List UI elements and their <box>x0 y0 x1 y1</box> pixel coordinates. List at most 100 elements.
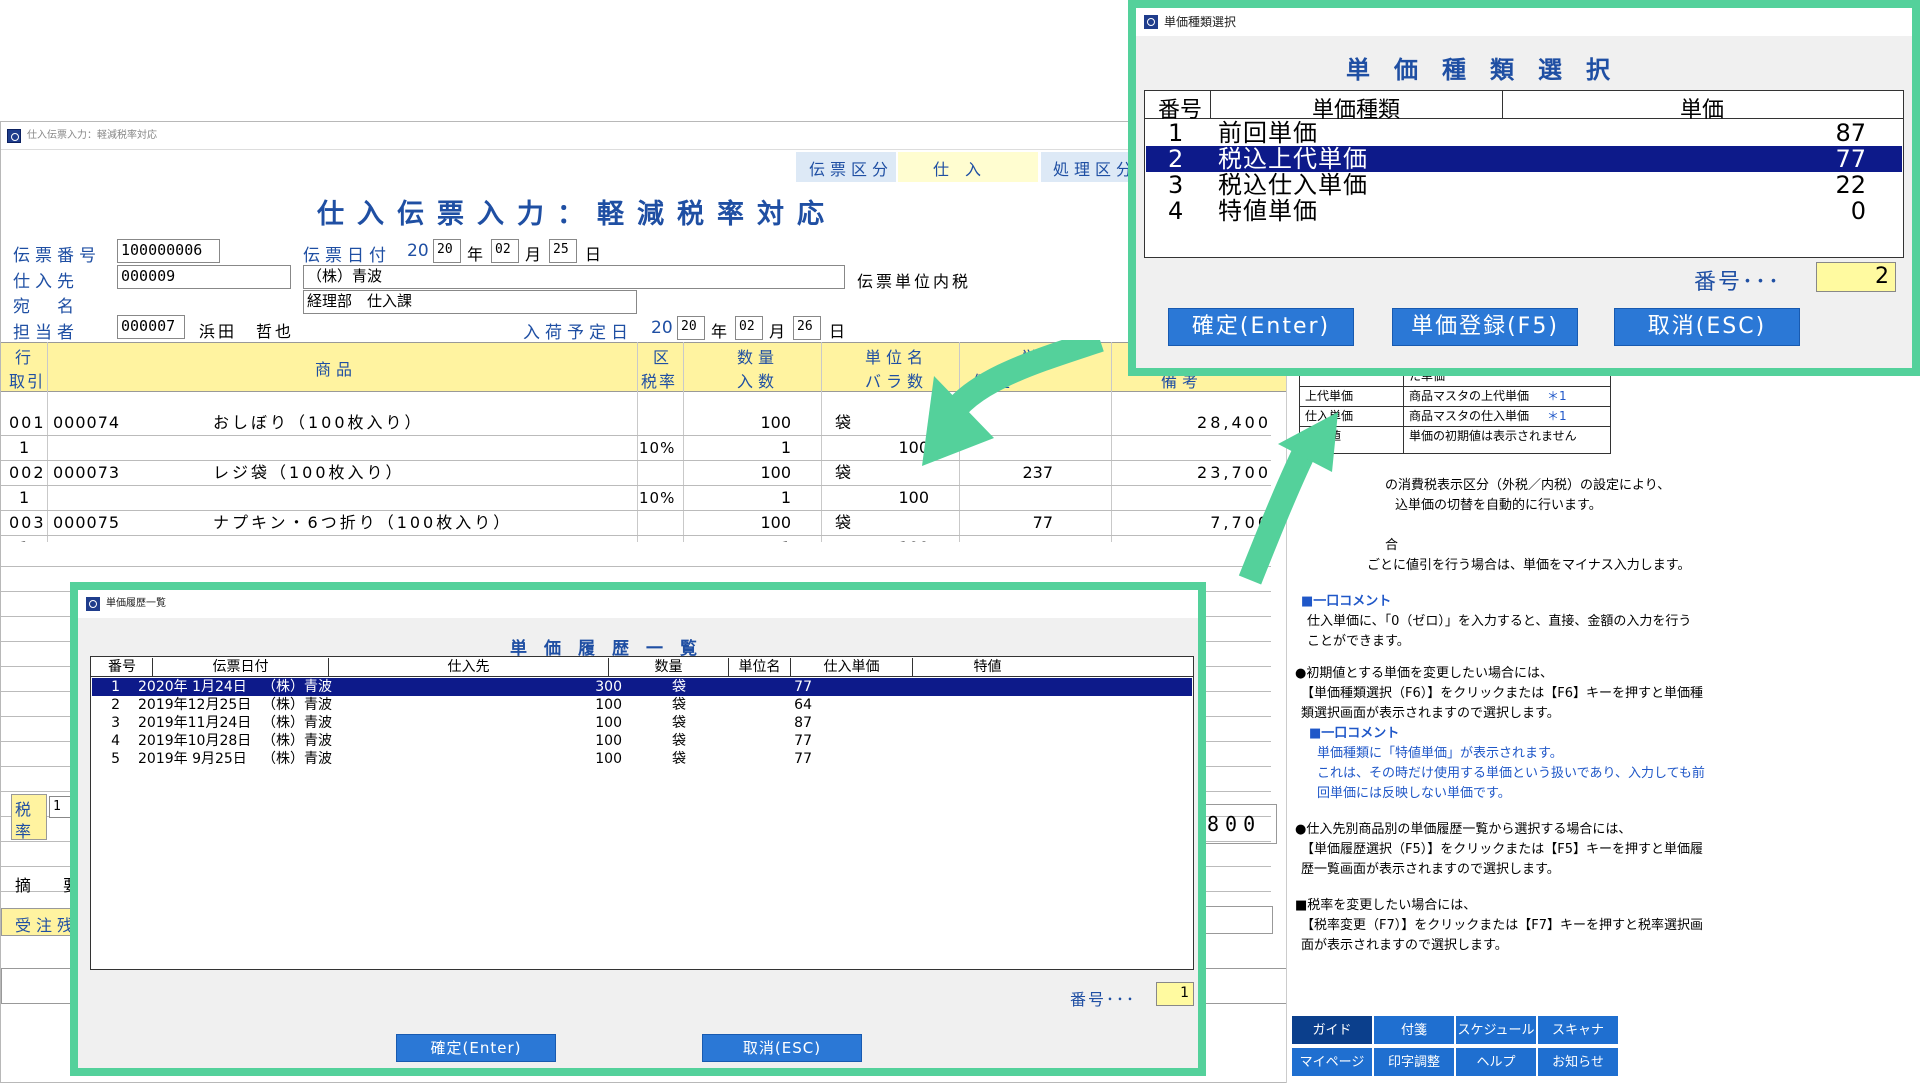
row-item-name: おしぼり（100枚入り） <box>213 413 424 432</box>
table-row[interactable]: 002 000073 レジ袋（100枚入り） 100 袋 237 23,700 <box>1 461 1271 486</box>
arrival-month-char: 月 <box>769 322 786 341</box>
help-row4-name: 初期値 <box>1305 429 1342 443</box>
date-year-field[interactable]: 20 <box>433 239 461 263</box>
history-titlebar: 単価履歴一覧 <box>78 590 1198 618</box>
hist-col-2: 仕入先 <box>328 658 608 676</box>
window-title: 仕入伝票入力：軽減税率対応 <box>27 130 157 141</box>
cancel-button[interactable]: 取消(ESC) <box>1614 308 1800 346</box>
confirm-button[interactable]: 確定(Enter) <box>1168 308 1354 346</box>
help-row3-name: 仕入単価 <box>1305 409 1354 423</box>
price-type-row[interactable]: 3 税込仕入単価 22 <box>1146 172 1902 198</box>
staff-label: 担当者 <box>13 323 79 343</box>
hist-row-qty: 100 <box>595 697 622 713</box>
price-type-titlebar: 単価種類選択 <box>1136 8 1912 36</box>
staff-code-field[interactable]: 000007 <box>117 315 185 339</box>
help-tab-5[interactable]: マイページ <box>1291 1047 1373 1077</box>
pt-row-type: 税込上代単価 <box>1218 145 1368 173</box>
hist-col-3: 数量 <box>608 658 728 676</box>
hist-row-price: 87 <box>794 715 812 731</box>
hist-row-price: 64 <box>794 697 812 713</box>
price-type-row[interactable]: 1 前回単価 87 <box>1146 120 1902 146</box>
hist-confirm-button[interactable]: 確定(Enter) <box>396 1034 556 1062</box>
pt-row-no: 1 <box>1168 119 1184 147</box>
row-line-no: 003 <box>9 513 46 532</box>
date-day-field[interactable]: 25 <box>549 239 577 263</box>
hist-col-1: 伝票日付 <box>152 658 328 676</box>
hist-cancel-button[interactable]: 取消(ESC) <box>702 1034 862 1062</box>
date-month-field[interactable]: 02 <box>491 239 519 263</box>
tax-label-1: 税 <box>15 800 37 819</box>
hist-col-6: 特値 <box>912 658 1062 676</box>
help-panel: た単価 上代単価 商品マスタの上代単価 ＊1 仕入単価 商品マスタの仕入単価 ＊… <box>1286 360 1710 1083</box>
hist-no-label: 番号･･･ <box>1070 990 1137 1009</box>
row-line-no: 001 <box>9 413 46 432</box>
history-row[interactable]: 5 2019年 9月25日 （株）青波 100 袋 77 <box>92 750 1192 768</box>
supplier-name-field[interactable]: （株）青波 <box>303 265 845 289</box>
addressee-field[interactable]: 経理部 仕入課 <box>303 290 637 314</box>
col-row: 行 <box>15 348 37 367</box>
help-tab-2[interactable]: 付箋 <box>1373 1015 1455 1045</box>
help-row4-desc: 単価の初期値は表示されません <box>1409 429 1577 443</box>
price-type-dialog: 単価種類選択 単 価 種 類 選 択 番号 単価種類 単価 1 前回単価 87 2 税込… <box>1128 0 1920 376</box>
help-c2-head: ■一口コメント <box>1309 726 1400 741</box>
arrival-month-field[interactable]: 02 <box>735 316 763 340</box>
row-tax-rate: 10% <box>639 489 676 507</box>
supplier-code-field[interactable]: 000009 <box>117 265 291 289</box>
slip-no-label: 伝票番号 <box>13 246 101 266</box>
hist-no-field[interactable]: 1 <box>1156 982 1194 1006</box>
order-remaining-field[interactable] <box>1201 906 1273 934</box>
hist-row-no: 4 <box>111 733 120 749</box>
month-char: 月 <box>525 245 542 264</box>
col-taxrate: 税率 <box>641 372 678 391</box>
help-c1-a: 仕入単価に、「0（ゼロ）」を入力すると、直接、金額の入力を行う <box>1307 614 1692 629</box>
history-row[interactable]: 2 2019年12月25日 （株）青波 100 袋 64 <box>92 696 1192 714</box>
pt-row-price: 22 <box>1835 171 1866 199</box>
table-row[interactable]: 001 000074 おしぼり（100枚入り） 100 袋 28,400 <box>1 411 1271 436</box>
hist-row-date: 2019年10月28日 <box>138 733 252 749</box>
table-row-sub[interactable]: 1 10% 1 100 <box>1 436 1271 461</box>
arrival-year-field[interactable]: 20 <box>677 316 705 340</box>
history-row[interactable]: 1 2020年 1月24日 （株）青波 300 袋 77 <box>92 678 1192 696</box>
row-amount: 28,400 <box>1197 413 1271 432</box>
help-p5b: 【税率変更（F7）】をクリックまたは【F7】キーを押すと税率選択画 <box>1301 918 1703 933</box>
table-row[interactable]: 003 000075 ナプキン・6つ折り（100枚入り） 100 袋 77 7,700 <box>1 511 1271 536</box>
row-price: 237 <box>1022 463 1053 482</box>
slip-no-field[interactable]: 100000006 <box>117 239 220 263</box>
history-row[interactable]: 3 2019年11月24日 （株）青波 100 袋 87 <box>92 714 1192 732</box>
table-row-sub[interactable]: 1 10% 1 100 <box>1 486 1271 511</box>
slip-type-label: 伝票区分 <box>809 160 894 179</box>
hist-row-date: 2019年 9月25日 <box>138 751 247 767</box>
page-title: 仕入伝票入力：軽減税率対応 <box>317 199 837 230</box>
help-tab-3[interactable]: スケジュール <box>1455 1015 1537 1045</box>
help-tab-8[interactable]: お知らせ <box>1537 1047 1619 1077</box>
price-history-dialog: 単価履歴一覧 単 価 履 歴 一 覧 番号 伝票日付 仕入先 数量 単位名 仕入単価 特値 … <box>70 582 1206 1076</box>
col-qty: 数量 <box>737 348 780 367</box>
history-row[interactable]: 4 2019年10月28日 （株）青波 100 袋 77 <box>92 732 1192 750</box>
tax-label-2: 率 <box>15 822 37 841</box>
register-price-button[interactable]: 単価登録(F5) <box>1392 308 1578 346</box>
help-tab-6[interactable]: 印字調整 <box>1373 1047 1455 1077</box>
help-tab-4[interactable]: スキャナ <box>1537 1015 1619 1045</box>
year-char: 年 <box>467 245 484 264</box>
help-tab-7[interactable]: ヘルプ <box>1455 1047 1537 1077</box>
day-char: 日 <box>585 245 602 264</box>
pt-no-field[interactable]: 2 <box>1816 262 1896 292</box>
price-type-row[interactable]: 4 特値単価 0 <box>1146 198 1902 224</box>
order-label: 受注残 <box>15 916 79 935</box>
help-row2-mark: ＊1 <box>1547 389 1567 403</box>
pt-row-type: 税込仕入単価 <box>1218 171 1368 199</box>
hist-row-no: 2 <box>111 697 120 713</box>
pt-row-price: 0 <box>1850 197 1866 225</box>
hist-row-no: 1 <box>111 679 120 695</box>
pt-row-type: 前回単価 <box>1218 119 1318 147</box>
arrival-day-field[interactable]: 26 <box>793 316 821 340</box>
price-type-row[interactable]: 2 税込上代単価 77 <box>1146 146 1902 172</box>
tax-mode-label: 伝票単位内税 <box>857 272 972 291</box>
arrival-year-char: 年 <box>711 322 728 341</box>
hist-row-unit: 袋 <box>672 697 686 713</box>
tax-value-field[interactable]: 1 <box>49 796 71 818</box>
help-tab-1[interactable]: ガイド <box>1291 1015 1373 1045</box>
hist-row-qty: 100 <box>595 715 622 731</box>
arrival-year-prefix: 20 <box>651 318 673 338</box>
hist-row-qty: 100 <box>595 733 622 749</box>
